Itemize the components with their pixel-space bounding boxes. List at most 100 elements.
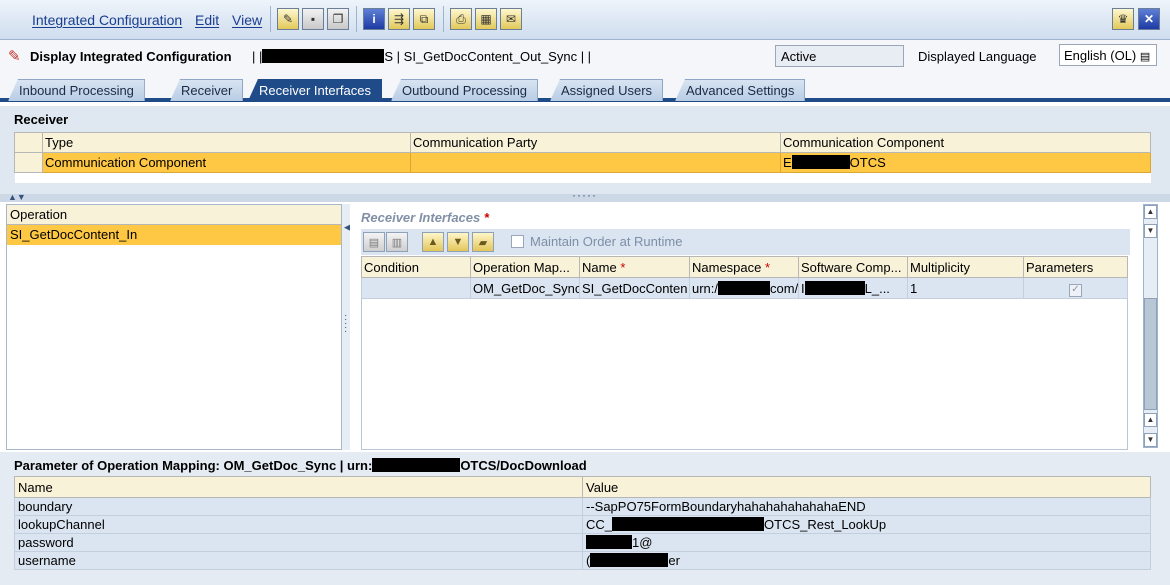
table-row[interactable]: OM_GetDoc_Sync SI_GetDocConten urn:/ com/… bbox=[361, 277, 1128, 299]
table-row[interactable]: password 1@ bbox=[14, 533, 1151, 552]
receiver-heading: Receiver bbox=[14, 112, 69, 127]
info-icon[interactable]: i bbox=[363, 8, 385, 30]
horizontal-splitter[interactable]: ▲▼ ····· bbox=[0, 188, 1170, 202]
param-name[interactable]: username bbox=[14, 551, 583, 570]
table-row[interactable]: lookupChannel CC_ OTCS_Rest_LookUp bbox=[14, 515, 1151, 534]
vertical-splitter[interactable]: · · · · · bbox=[342, 204, 350, 450]
receiver-table-header: Type Communication Party Communication C… bbox=[14, 132, 1151, 153]
table-row[interactable]: username (er bbox=[14, 551, 1151, 570]
param-value[interactable]: 1@ bbox=[582, 533, 1151, 552]
receiver-interfaces-header: Condition Operation Map... Name * Namesp… bbox=[361, 256, 1128, 278]
maintain-order-checkbox[interactable] bbox=[511, 235, 524, 248]
row-selector[interactable] bbox=[14, 152, 43, 173]
cell-multiplicity[interactable]: 1 bbox=[907, 277, 1024, 299]
cell-name[interactable]: SI_GetDocConten bbox=[579, 277, 690, 299]
cell-software-component[interactable]: I L_... bbox=[798, 277, 908, 299]
compare-icon[interactable]: ⧉ bbox=[413, 8, 435, 30]
save-icon[interactable]: ▪ bbox=[302, 8, 324, 30]
move-down-icon[interactable]: ▼ bbox=[447, 232, 469, 252]
redaction-bar bbox=[612, 517, 765, 531]
edit-pencil-icon[interactable]: ✎ bbox=[277, 8, 299, 30]
breadcrumb-text: S | SI_GetDocContent_Out_Sync | | bbox=[384, 49, 592, 64]
toolbar-separator bbox=[356, 6, 357, 32]
column-header-name[interactable]: Name * bbox=[579, 256, 690, 278]
delete-row-icon[interactable]: ▥ bbox=[386, 232, 408, 252]
print-icon[interactable]: ⎙ bbox=[450, 8, 472, 30]
table-row[interactable]: boundary --SapPO75FormBoundaryhahahahaha… bbox=[14, 497, 1151, 516]
move-up-icon[interactable]: ▲ bbox=[422, 232, 444, 252]
column-header-condition[interactable]: Condition bbox=[361, 256, 471, 278]
redaction-bar bbox=[372, 458, 461, 472]
param-name[interactable]: lookupChannel bbox=[14, 515, 583, 534]
column-header-communication-party[interactable]: Communication Party bbox=[410, 132, 781, 153]
column-header-communication-component[interactable]: Communication Component bbox=[780, 132, 1151, 153]
language-value: English (OL) bbox=[1064, 48, 1137, 63]
param-value[interactable]: (er bbox=[582, 551, 1151, 570]
param-name[interactable]: password bbox=[14, 533, 583, 552]
vertical-scrollbar[interactable]: ▲ ▼ ▲ ▼ bbox=[1143, 204, 1158, 448]
column-header-operation-mapping[interactable]: Operation Map... bbox=[470, 256, 580, 278]
column-header-software-component[interactable]: Software Comp... bbox=[798, 256, 908, 278]
column-header-multiplicity[interactable]: Multiplicity bbox=[907, 256, 1024, 278]
copy-icon[interactable]: ❐ bbox=[327, 8, 349, 30]
column-header-type[interactable]: Type bbox=[42, 132, 411, 153]
scroll-thumb[interactable] bbox=[1144, 298, 1157, 410]
cell-operation-mapping[interactable]: OM_GetDoc_Sync bbox=[470, 277, 580, 299]
notes-icon[interactable]: ✉ bbox=[500, 8, 522, 30]
cell-condition[interactable] bbox=[361, 277, 471, 299]
menu-view[interactable]: View bbox=[232, 12, 262, 28]
scroll-bottom-icon[interactable]: ▼ bbox=[1144, 433, 1157, 447]
scroll-up-icon[interactable]: ▼ bbox=[1144, 224, 1157, 238]
splitter-grip-icon[interactable]: ····· bbox=[344, 311, 347, 337]
component-suffix: OTCS bbox=[849, 155, 886, 170]
parameter-heading-suffix: OTCS/DocDownload bbox=[460, 458, 587, 473]
cell-parameters[interactable]: ✓ bbox=[1023, 277, 1128, 299]
close-icon[interactable]: ✕ bbox=[1138, 8, 1160, 30]
language-label: Displayed Language bbox=[918, 49, 1037, 64]
menu-integrated-configuration[interactable]: Integrated Configuration bbox=[32, 12, 182, 28]
tab-advanced-settings[interactable]: Advanced Settings bbox=[675, 79, 806, 101]
param-value-suffix: OTCS_Rest_LookUp bbox=[764, 517, 887, 532]
tab-assigned-users[interactable]: Assigned Users bbox=[550, 79, 664, 101]
param-value-prefix: CC_ bbox=[586, 517, 613, 532]
tab-inbound-processing[interactable]: Inbound Processing bbox=[8, 79, 145, 101]
tab-outbound-processing[interactable]: Outbound Processing bbox=[391, 79, 539, 101]
collapse-arrows-icon[interactable]: ▲▼ bbox=[8, 192, 26, 202]
column-header-name[interactable]: Name bbox=[14, 476, 583, 498]
language-select[interactable]: English (OL) ▤ bbox=[1059, 44, 1157, 66]
menu-edit[interactable]: Edit bbox=[195, 12, 219, 28]
parameter-table-header: Name Value bbox=[14, 476, 1151, 498]
column-header-value[interactable]: Value bbox=[582, 476, 1151, 498]
open-folder-icon[interactable]: ▰ bbox=[472, 232, 494, 252]
splitter-grip-icon[interactable]: ····· bbox=[572, 188, 597, 202]
param-value[interactable]: --SapPO75FormBoundaryhahahahahahahaEND bbox=[582, 497, 1151, 516]
param-value[interactable]: CC_ OTCS_Rest_LookUp bbox=[582, 515, 1151, 534]
operation-column-header[interactable]: Operation bbox=[7, 205, 341, 225]
tab-receiver-interfaces[interactable]: Receiver Interfaces bbox=[248, 79, 382, 101]
column-header-parameters[interactable]: Parameters bbox=[1023, 256, 1128, 278]
cell-communication-component[interactable]: E OTCS bbox=[780, 152, 1151, 173]
cell-communication-party[interactable] bbox=[410, 152, 781, 173]
table-row[interactable]: Communication Component E OTCS bbox=[14, 152, 1151, 173]
insert-row-icon[interactable]: ▤ bbox=[363, 232, 385, 252]
required-marker: * bbox=[765, 259, 771, 275]
operation-panel: Operation SI_GetDocContent_In bbox=[6, 204, 342, 450]
parameter-table: Name Value boundary --SapPO75FormBoundar… bbox=[14, 476, 1151, 570]
column-header-namespace[interactable]: Namespace * bbox=[689, 256, 799, 278]
where-used-icon[interactable]: ⇶ bbox=[388, 8, 410, 30]
parameters-checkbox[interactable]: ✓ bbox=[1069, 283, 1082, 297]
favorites-icon[interactable]: ♛ bbox=[1112, 8, 1134, 30]
cell-type[interactable]: Communication Component bbox=[42, 152, 411, 173]
receiver-interfaces-title: Receiver Interfaces bbox=[361, 210, 481, 225]
param-name[interactable]: boundary bbox=[14, 497, 583, 516]
table-icon[interactable]: ▦ bbox=[475, 8, 497, 30]
parameter-section: Parameter of Operation Mapping: OM_GetDo… bbox=[0, 452, 1170, 585]
object-key-breadcrumb: | | S | SI_GetDocContent_Out_Sync | | bbox=[252, 49, 591, 64]
operation-list-item[interactable]: SI_GetDocContent_In bbox=[7, 225, 341, 245]
tab-receiver[interactable]: Receiver bbox=[170, 79, 244, 101]
cell-namespace[interactable]: urn:/ com/I bbox=[689, 277, 799, 299]
dropdown-icon[interactable]: ▤ bbox=[1140, 51, 1150, 63]
scroll-down-icon[interactable]: ▲ bbox=[1144, 413, 1157, 427]
scroll-top-icon[interactable]: ▲ bbox=[1144, 205, 1157, 219]
display-mode-icon: ✎ bbox=[8, 48, 21, 65]
